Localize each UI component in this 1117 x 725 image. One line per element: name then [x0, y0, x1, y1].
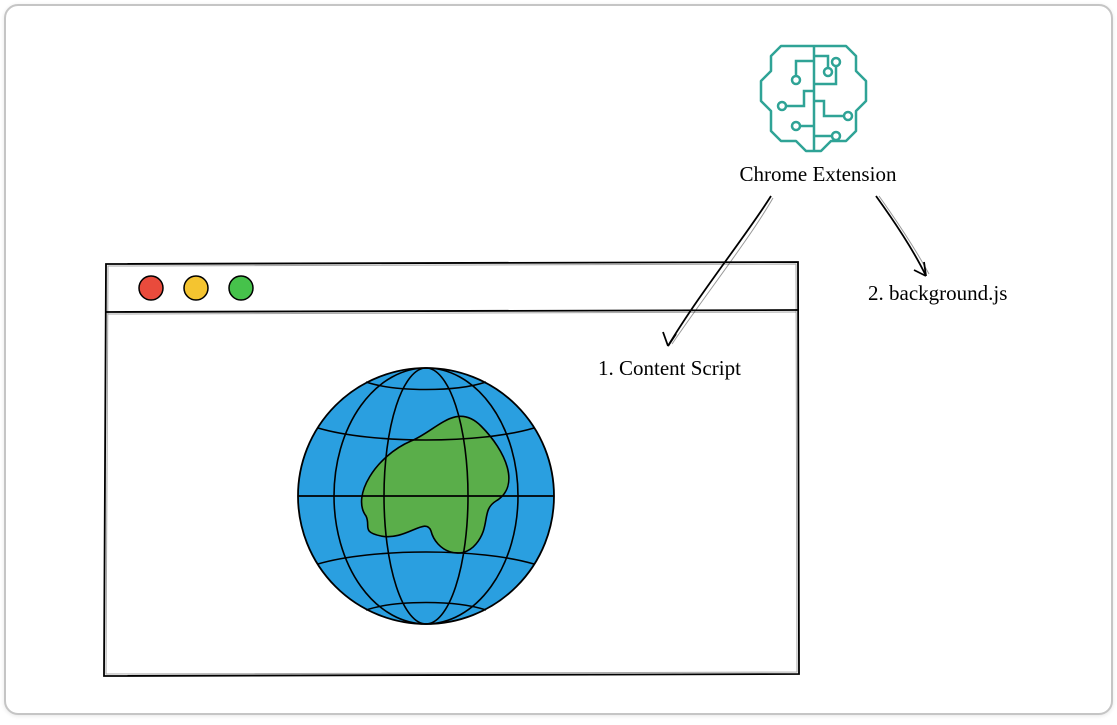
background-js-label: 2. background.js — [868, 281, 1007, 306]
brain-circuit-icon — [761, 46, 866, 151]
browser-window — [104, 262, 799, 676]
window-dot-green-icon — [229, 276, 253, 300]
diagram-svg — [6, 6, 1117, 725]
globe-icon — [298, 368, 554, 624]
content-script-label: 1. Content Script — [598, 356, 741, 381]
window-dot-red-icon — [139, 276, 163, 300]
window-dot-yellow-icon — [184, 276, 208, 300]
arrow-to-content-script — [663, 196, 773, 346]
diagram-frame: Chrome Extension 1. Content Script 2. ba… — [4, 4, 1113, 715]
chrome-extension-label: Chrome Extension — [728, 162, 908, 187]
arrow-to-background — [876, 196, 929, 276]
